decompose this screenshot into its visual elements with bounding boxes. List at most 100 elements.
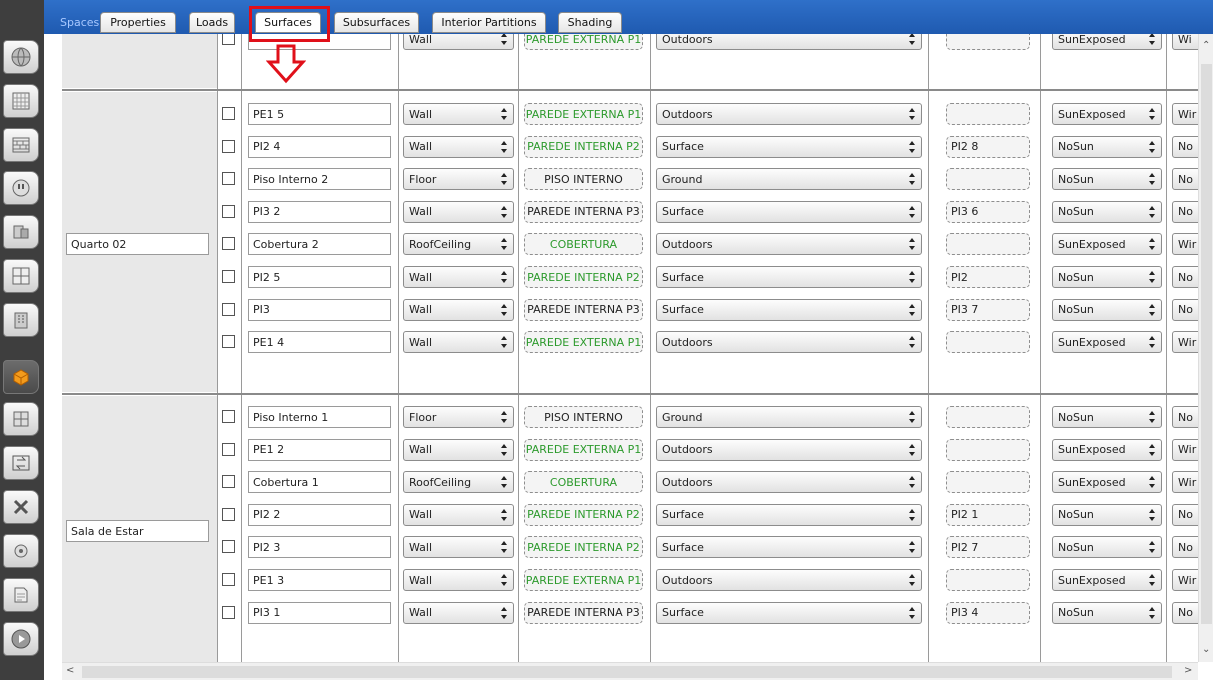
sun-exposure-select[interactable]: NoSun bbox=[1052, 135, 1162, 158]
scroll-left-icon[interactable]: < bbox=[66, 665, 74, 676]
horizontal-scrollbar[interactable]: < > bbox=[62, 662, 1198, 680]
nav-hvac-button[interactable] bbox=[3, 446, 39, 480]
surface-name-field[interactable]: Piso Interno 1 bbox=[248, 406, 391, 428]
adjacent-surface-drop-zone[interactable]: PI3 7 bbox=[946, 298, 1030, 321]
construction-drop-zone[interactable]: PAREDE EXTERNA P1 bbox=[524, 331, 643, 354]
boundary-condition-select[interactable]: Surface bbox=[656, 266, 922, 288]
surface-name-field[interactable]: Cobertura 2 bbox=[248, 233, 391, 256]
sun-exposure-select[interactable]: NoSun bbox=[1052, 298, 1162, 321]
boundary-condition-select[interactable]: Surface bbox=[656, 298, 922, 321]
surface-name-field[interactable]: PI2 3 bbox=[248, 536, 391, 559]
boundary-condition-select[interactable]: Ground bbox=[656, 406, 922, 428]
wind-exposure-select[interactable]: Wir bbox=[1172, 471, 1198, 494]
tab-properties[interactable]: Properties bbox=[100, 12, 176, 33]
wind-exposure-select[interactable]: No bbox=[1172, 200, 1198, 223]
nav-geometry-button[interactable] bbox=[3, 259, 39, 293]
adjacent-surface-drop-zone[interactable] bbox=[946, 168, 1030, 191]
horizontal-scroll-thumb[interactable] bbox=[82, 666, 1172, 678]
boundary-condition-select[interactable]: Outdoors bbox=[656, 569, 922, 591]
surface-type-select[interactable]: Wall bbox=[403, 298, 514, 321]
surface-type-select[interactable]: Wall bbox=[403, 266, 514, 288]
nav-run-button[interactable] bbox=[3, 622, 39, 656]
surface-type-select[interactable]: RoofCeiling bbox=[403, 233, 514, 256]
construction-drop-zone[interactable]: PAREDE INTERNA P2 bbox=[524, 503, 643, 526]
boundary-condition-select[interactable]: Surface bbox=[656, 601, 922, 624]
surface-name-field[interactable]: PI2 5 bbox=[248, 266, 391, 288]
surface-type-select[interactable]: Wall bbox=[403, 569, 514, 591]
construction-drop-zone[interactable]: PAREDE EXTERNA P1 bbox=[524, 103, 643, 125]
adjacent-surface-drop-zone[interactable] bbox=[946, 569, 1030, 591]
boundary-condition-select[interactable]: Outdoors bbox=[656, 331, 922, 354]
surface-name-field[interactable]: PE1 5 bbox=[248, 103, 391, 125]
row-select-checkbox[interactable] bbox=[222, 204, 235, 218]
row-select-checkbox[interactable] bbox=[222, 442, 235, 456]
surface-type-select[interactable]: Wall bbox=[403, 331, 514, 354]
nav-loads-button[interactable] bbox=[3, 171, 39, 205]
row-select-checkbox[interactable] bbox=[222, 139, 235, 153]
boundary-condition-select[interactable]: Outdoors bbox=[656, 34, 922, 50]
space-name-field[interactable]: Quarto 02 bbox=[66, 233, 209, 255]
scroll-right-icon[interactable]: > bbox=[1184, 665, 1192, 676]
surface-type-select[interactable]: Floor bbox=[403, 168, 514, 191]
sun-exposure-select[interactable]: SunExposed bbox=[1052, 438, 1162, 461]
boundary-condition-select[interactable]: Surface bbox=[656, 536, 922, 559]
boundary-condition-select[interactable]: Outdoors bbox=[656, 471, 922, 494]
surface-type-select[interactable]: Wall bbox=[403, 200, 514, 223]
wind-exposure-select[interactable]: No bbox=[1172, 503, 1198, 526]
sun-exposure-select[interactable]: NoSun bbox=[1052, 406, 1162, 428]
sun-exposure-select[interactable]: NoSun bbox=[1052, 200, 1162, 223]
surface-name-field[interactable]: PI3 1 bbox=[248, 601, 391, 624]
row-select-checkbox[interactable] bbox=[222, 335, 235, 349]
tab-interior-partitions[interactable]: Interior Partitions bbox=[432, 12, 546, 33]
surface-type-select[interactable]: Wall bbox=[403, 536, 514, 559]
scroll-up-icon[interactable]: ⌃ bbox=[1202, 40, 1210, 51]
adjacent-surface-drop-zone[interactable]: PI2 8 bbox=[946, 135, 1030, 158]
boundary-condition-select[interactable]: Ground bbox=[656, 168, 922, 191]
vertical-scroll-thumb[interactable] bbox=[1201, 64, 1212, 624]
row-select-checkbox[interactable] bbox=[222, 172, 235, 186]
construction-drop-zone[interactable]: COBERTURA bbox=[524, 471, 643, 494]
wind-exposure-select[interactable]: Wir bbox=[1172, 569, 1198, 591]
wind-exposure-select[interactable]: Wir bbox=[1172, 233, 1198, 256]
adjacent-surface-drop-zone[interactable]: PI2 1 bbox=[946, 503, 1030, 526]
surface-type-select[interactable]: Wall bbox=[403, 438, 514, 461]
surface-name-field[interactable]: PE1 4 bbox=[248, 331, 391, 354]
wind-exposure-select[interactable]: Wir bbox=[1172, 331, 1198, 354]
row-select-checkbox[interactable] bbox=[222, 475, 235, 489]
wind-exposure-select[interactable]: No bbox=[1172, 266, 1198, 288]
nav-measures-button[interactable] bbox=[3, 490, 39, 524]
surface-type-select[interactable]: Floor bbox=[403, 406, 514, 428]
row-select-checkbox[interactable] bbox=[222, 270, 235, 283]
construction-drop-zone[interactable]: PAREDE INTERNA P2 bbox=[524, 536, 643, 559]
wind-exposure-select[interactable]: Wi bbox=[1172, 34, 1198, 50]
row-select-checkbox[interactable] bbox=[222, 34, 235, 45]
surface-name-field[interactable]: PI2 2 bbox=[248, 503, 391, 526]
sun-exposure-select[interactable]: SunExposed bbox=[1052, 233, 1162, 256]
construction-drop-zone[interactable]: PAREDE INTERNA P2 bbox=[524, 266, 643, 288]
row-select-checkbox[interactable] bbox=[222, 410, 235, 423]
sun-exposure-select[interactable]: SunExposed bbox=[1052, 569, 1162, 591]
surface-name-field[interactable]: PI2 4 bbox=[248, 135, 391, 158]
construction-drop-zone[interactable]: PAREDE INTERNA P3 bbox=[524, 601, 643, 624]
wind-exposure-select[interactable]: Wir bbox=[1172, 103, 1198, 125]
wind-exposure-select[interactable]: No bbox=[1172, 168, 1198, 191]
construction-drop-zone[interactable]: PAREDE EXTERNA P1 bbox=[524, 34, 643, 50]
adjacent-surface-drop-zone[interactable] bbox=[946, 406, 1030, 428]
sun-exposure-select[interactable]: NoSun bbox=[1052, 536, 1162, 559]
nav-spaces-button[interactable] bbox=[3, 360, 39, 394]
sun-exposure-select[interactable]: SunExposed bbox=[1052, 103, 1162, 125]
adjacent-surface-drop-zone[interactable]: PI3 4 bbox=[946, 601, 1030, 624]
adjacent-surface-drop-zone[interactable]: PI2 7 bbox=[946, 536, 1030, 559]
surface-name-field[interactable]: PI3 bbox=[248, 298, 391, 321]
nav-globe-button[interactable] bbox=[3, 40, 39, 74]
sun-exposure-select[interactable]: SunExposed bbox=[1052, 471, 1162, 494]
nav-simulation-settings-button[interactable] bbox=[3, 534, 39, 568]
row-select-checkbox[interactable] bbox=[222, 540, 235, 554]
surface-name-field[interactable]: PE1 3 bbox=[248, 569, 391, 591]
wind-exposure-select[interactable]: No bbox=[1172, 406, 1198, 428]
sun-exposure-select[interactable]: NoSun bbox=[1052, 503, 1162, 526]
boundary-condition-select[interactable]: Outdoors bbox=[656, 103, 922, 125]
tab-shading[interactable]: Shading bbox=[558, 12, 622, 33]
adjacent-surface-drop-zone[interactable] bbox=[946, 233, 1030, 256]
surface-name-field[interactable]: Cobertura 1 bbox=[248, 471, 391, 494]
